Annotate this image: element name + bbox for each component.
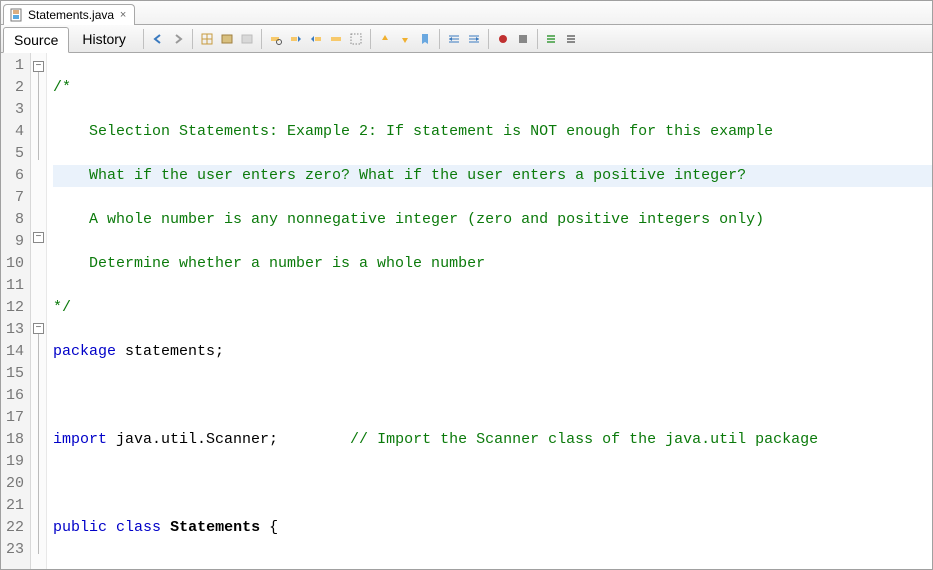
highlight-icon[interactable] [326,29,346,49]
tool-icon[interactable] [197,29,217,49]
line-number: 6 [5,165,24,187]
tab-source[interactable]: Source [3,27,69,53]
tab-history[interactable]: History [71,26,137,52]
find-prev-icon[interactable] [286,29,306,49]
uncomment-icon[interactable] [562,29,582,49]
tool-icon[interactable] [217,29,237,49]
toolbar-separator [488,29,489,49]
line-number: 1 [5,55,24,77]
line-number: 9 [5,231,24,253]
line-number: 10 [5,253,24,275]
code-text: statements; [116,343,224,360]
code-text: Statements [170,519,260,536]
line-number: 19 [5,451,24,473]
code-text: class [116,519,161,536]
line-number: 11 [5,275,24,297]
line-number: 4 [5,121,24,143]
shift-left-icon[interactable] [444,29,464,49]
line-number-gutter: 1 2 3 4 5 6 7 8 9 10 11 12 13 14 15 16 1… [1,53,31,569]
toolbar-separator [370,29,371,49]
line-number: 12 [5,297,24,319]
fold-toggle-icon[interactable]: − [33,232,44,243]
code-text: /* [53,79,71,96]
line-number: 2 [5,77,24,99]
close-icon[interactable]: × [118,10,128,20]
stop-macro-icon[interactable] [513,29,533,49]
toolbar-separator [143,29,144,49]
toolbar-separator [261,29,262,49]
toolbar-separator [537,29,538,49]
toolbar-separator [192,29,193,49]
code-text: Determine whether a number is a whole nu… [53,255,485,272]
editor-toolbar: Source History [1,25,932,53]
find-selection-icon[interactable] [266,29,286,49]
code-text: java.util.Scanner; [107,431,278,448]
line-number: 15 [5,363,24,385]
java-file-icon [10,8,24,22]
toolbar-separator [439,29,440,49]
tool-icon[interactable] [237,29,257,49]
file-tab[interactable]: Statements.java × [3,4,135,25]
line-number: 14 [5,341,24,363]
code-text: */ [53,299,71,316]
line-number: 22 [5,517,24,539]
line-number: 7 [5,187,24,209]
bookmark-prev-icon[interactable] [375,29,395,49]
back-icon[interactable] [148,29,168,49]
code-text: import [53,431,107,448]
code-text: // Import the Scanner class of the java.… [278,431,818,448]
find-next-icon[interactable] [306,29,326,49]
code-text: What if the user enters zero? What if th… [53,167,746,184]
shift-right-icon[interactable] [464,29,484,49]
code-text: A whole number is any nonnegative intege… [53,211,764,228]
line-number: 5 [5,143,24,165]
code-editor[interactable]: 1 2 3 4 5 6 7 8 9 10 11 12 13 14 15 16 1… [1,53,932,569]
code-text: Selection Statements: Example 2: If stat… [53,123,773,140]
line-number: 18 [5,429,24,451]
line-number: 21 [5,495,24,517]
line-number: 23 [5,539,24,561]
file-tab-bar: Statements.java × [1,1,932,25]
line-number: 8 [5,209,24,231]
bookmark-next-icon[interactable] [395,29,415,49]
line-number: 16 [5,385,24,407]
start-macro-icon[interactable] [493,29,513,49]
forward-icon[interactable] [168,29,188,49]
fold-column: − − − [31,53,47,569]
comment-icon[interactable] [542,29,562,49]
fold-toggle-icon[interactable]: − [33,323,44,334]
bookmark-toggle-icon[interactable] [415,29,435,49]
code-text: public [53,519,107,536]
line-number: 17 [5,407,24,429]
selection-box-icon[interactable] [346,29,366,49]
file-tab-label: Statements.java [28,8,114,22]
code-text: package [53,343,116,360]
line-number: 3 [5,99,24,121]
line-number: 13 [5,319,24,341]
line-number: 20 [5,473,24,495]
code-content[interactable]: /* Selection Statements: Example 2: If s… [47,53,932,569]
fold-toggle-icon[interactable]: − [33,61,44,72]
